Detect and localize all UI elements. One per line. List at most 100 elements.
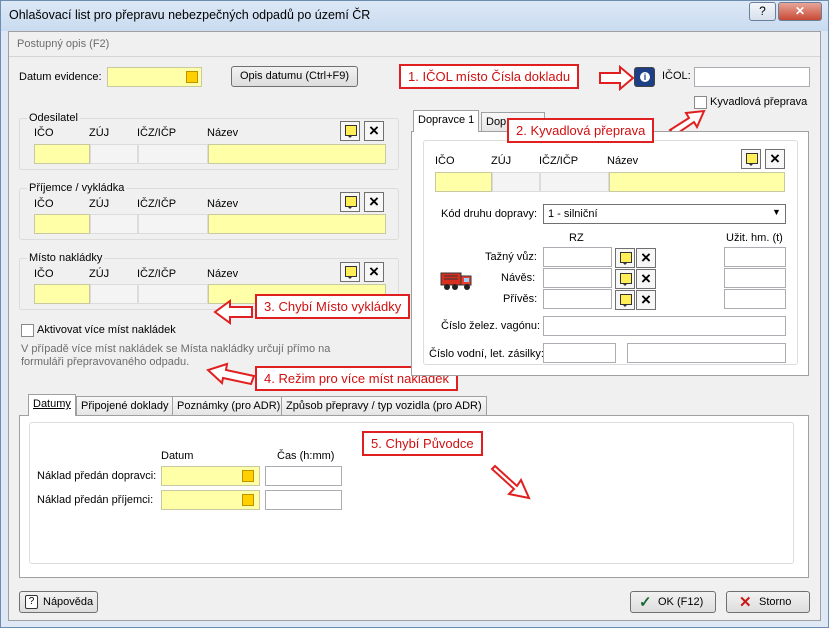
clear-icon[interactable]: ×	[636, 269, 656, 289]
naves-rz-input[interactable]	[543, 268, 612, 288]
note-icon[interactable]	[741, 149, 761, 169]
naves-hm-input[interactable]	[724, 268, 786, 288]
zuj-col: ZÚJ	[89, 127, 110, 139]
odesilatel-title: Odesilatel	[27, 112, 80, 124]
note-icon[interactable]	[340, 192, 360, 212]
misto-ico[interactable]	[34, 284, 90, 304]
dopravce-zuj[interactable]	[492, 172, 540, 192]
naklad-prijemci-label: Náklad předán příjemci:	[37, 494, 154, 506]
tab-pripojene-doklady[interactable]: Připojené doklady	[76, 396, 174, 416]
header-strip: Postupný opis (F2)	[9, 32, 820, 57]
icol-label: IČOL:	[662, 70, 691, 82]
note-icon[interactable]	[615, 269, 635, 289]
iczicp-col: IČZ/IČP	[137, 127, 177, 139]
postupny-opis-link[interactable]: Postupný opis (F2)	[17, 38, 109, 50]
calendar-icon[interactable]	[242, 494, 254, 506]
cas-header: Čas (h:mm)	[277, 450, 335, 462]
icol-input[interactable]	[694, 67, 810, 87]
naklad-dopravci-cas[interactable]	[265, 466, 342, 486]
tazny-label: Tažný vůz:	[485, 251, 537, 263]
clear-icon[interactable]: ×	[636, 290, 656, 310]
clear-icon[interactable]: ×	[765, 149, 785, 169]
ok-button[interactable]: ✓ OK (F12)	[630, 591, 716, 613]
help-icon: ?	[25, 595, 38, 609]
vodni-label: Číslo vodní, let. zásilky:	[429, 348, 544, 360]
vodni-input-1[interactable]	[543, 343, 616, 363]
annotation-3: 3. Chybí Místo vykládky	[255, 294, 411, 319]
napoveda-button[interactable]: ? Nápověda	[19, 591, 98, 613]
arrow-left-icon	[206, 362, 256, 386]
info-icon[interactable]: i	[634, 67, 655, 87]
note-icon[interactable]	[615, 248, 635, 268]
tab-dopravce-1[interactable]: Dopravce 1	[413, 110, 480, 132]
vodni-input-2[interactable]	[627, 343, 786, 363]
note-icon[interactable]	[340, 262, 360, 282]
dialog-window: Ohlašovací list pro přepravu nebezpečnýc…	[0, 0, 829, 628]
dopravce-ico[interactable]	[435, 172, 492, 192]
kod-druhu-label: Kód druhu dopravy:	[441, 208, 538, 220]
prijemce-nazev[interactable]	[208, 214, 386, 234]
kyvadlova-label: Kyvadlová přeprava	[710, 96, 808, 108]
naves-label: Návěs:	[501, 272, 536, 284]
tab-datumy[interactable]: Datumy	[28, 394, 76, 416]
ok-label: OK (F12)	[658, 596, 704, 608]
help-title-button[interactable]: ?	[749, 2, 776, 21]
tab-datumy-label: Datumy	[33, 398, 71, 410]
tab-zpusob-prepravy[interactable]: Způsob přepravy / typ vozidla (pro ADR)	[281, 396, 487, 416]
close-title-button[interactable]: ✕	[778, 2, 822, 21]
annotation-2: 2. Kyvadlová přeprava	[507, 118, 655, 143]
odesilatel-iczicp[interactable]	[138, 144, 208, 164]
zuj-col: ZÚJ	[89, 198, 110, 210]
kod-druhu-value: 1 - silniční	[548, 208, 598, 220]
dopravce-nazev[interactable]	[609, 172, 785, 192]
odesilatel-zuj[interactable]	[90, 144, 138, 164]
zelez-input[interactable]	[543, 316, 786, 336]
misto-zuj[interactable]	[90, 284, 138, 304]
odesilatel-ico[interactable]	[34, 144, 90, 164]
ico-col: IČO	[34, 127, 54, 139]
naklad-prijemci-cas[interactable]	[265, 490, 342, 510]
storno-button[interactable]: ✕ Storno	[726, 591, 810, 613]
prives-rz-input[interactable]	[543, 289, 612, 309]
dopravce-iczicp[interactable]	[540, 172, 609, 192]
zelez-label: Číslo želez. vagónu:	[441, 320, 541, 332]
tazny-hm-input[interactable]	[724, 247, 786, 267]
prijemce-iczicp[interactable]	[138, 214, 208, 234]
prijemce-title: Příjemce / vykládka	[27, 182, 127, 194]
opis-datumu-button[interactable]: Opis datumu (Ctrl+F9)	[231, 66, 358, 87]
arrow-right-icon	[599, 65, 635, 91]
clear-icon[interactable]: ×	[364, 262, 384, 282]
odesilatel-nazev[interactable]	[208, 144, 386, 164]
vice-mist-checkbox[interactable]	[21, 324, 34, 337]
misto-iczicp[interactable]	[138, 284, 208, 304]
rz-label: RZ	[569, 232, 584, 244]
prijemce-ico[interactable]	[34, 214, 90, 234]
uzit-hm-label: Užit. hm. (t)	[726, 232, 783, 244]
note-icon[interactable]	[615, 290, 635, 310]
iczicp-col: IČZ/IČP	[137, 198, 177, 210]
ico-col: IČO	[435, 155, 455, 167]
calendar-icon[interactable]	[242, 470, 254, 482]
annotation-1: 1. IČOL místo Čísla dokladu	[399, 64, 580, 89]
cancel-icon: ✕	[739, 594, 752, 611]
datum-evidence-label: Datum evidence:	[19, 71, 102, 83]
napoveda-label: Nápověda	[43, 596, 94, 608]
calendar-icon[interactable]	[186, 71, 198, 83]
window-title: Ohlašovací list pro přepravu nebezpečnýc…	[9, 8, 371, 22]
tazny-rz-input[interactable]	[543, 247, 612, 267]
clear-icon[interactable]: ×	[636, 248, 656, 268]
misto-nakladky-title: Místo nakládky	[27, 252, 105, 264]
clear-icon[interactable]: ×	[364, 192, 384, 212]
tab-poznamky-adr[interactable]: Poznámky (pro ADR)	[172, 396, 286, 416]
clear-icon[interactable]: ×	[364, 121, 384, 141]
note-icon[interactable]	[340, 121, 360, 141]
kod-druhu-select[interactable]: 1 - silniční ▼	[543, 204, 786, 224]
nazev-col: Název	[207, 268, 239, 280]
vice-mist-label: Aktivovat více míst nakládek	[37, 324, 176, 336]
nazev-col: Název	[607, 155, 639, 167]
iczicp-col: IČZ/IČP	[539, 155, 579, 167]
annotation-5: 5. Chybí Původce	[362, 431, 483, 456]
prives-hm-input[interactable]	[724, 289, 786, 309]
dialog-client-area: Postupný opis (F2) Datum evidence: Opis …	[8, 31, 821, 621]
prijemce-zuj[interactable]	[90, 214, 138, 234]
